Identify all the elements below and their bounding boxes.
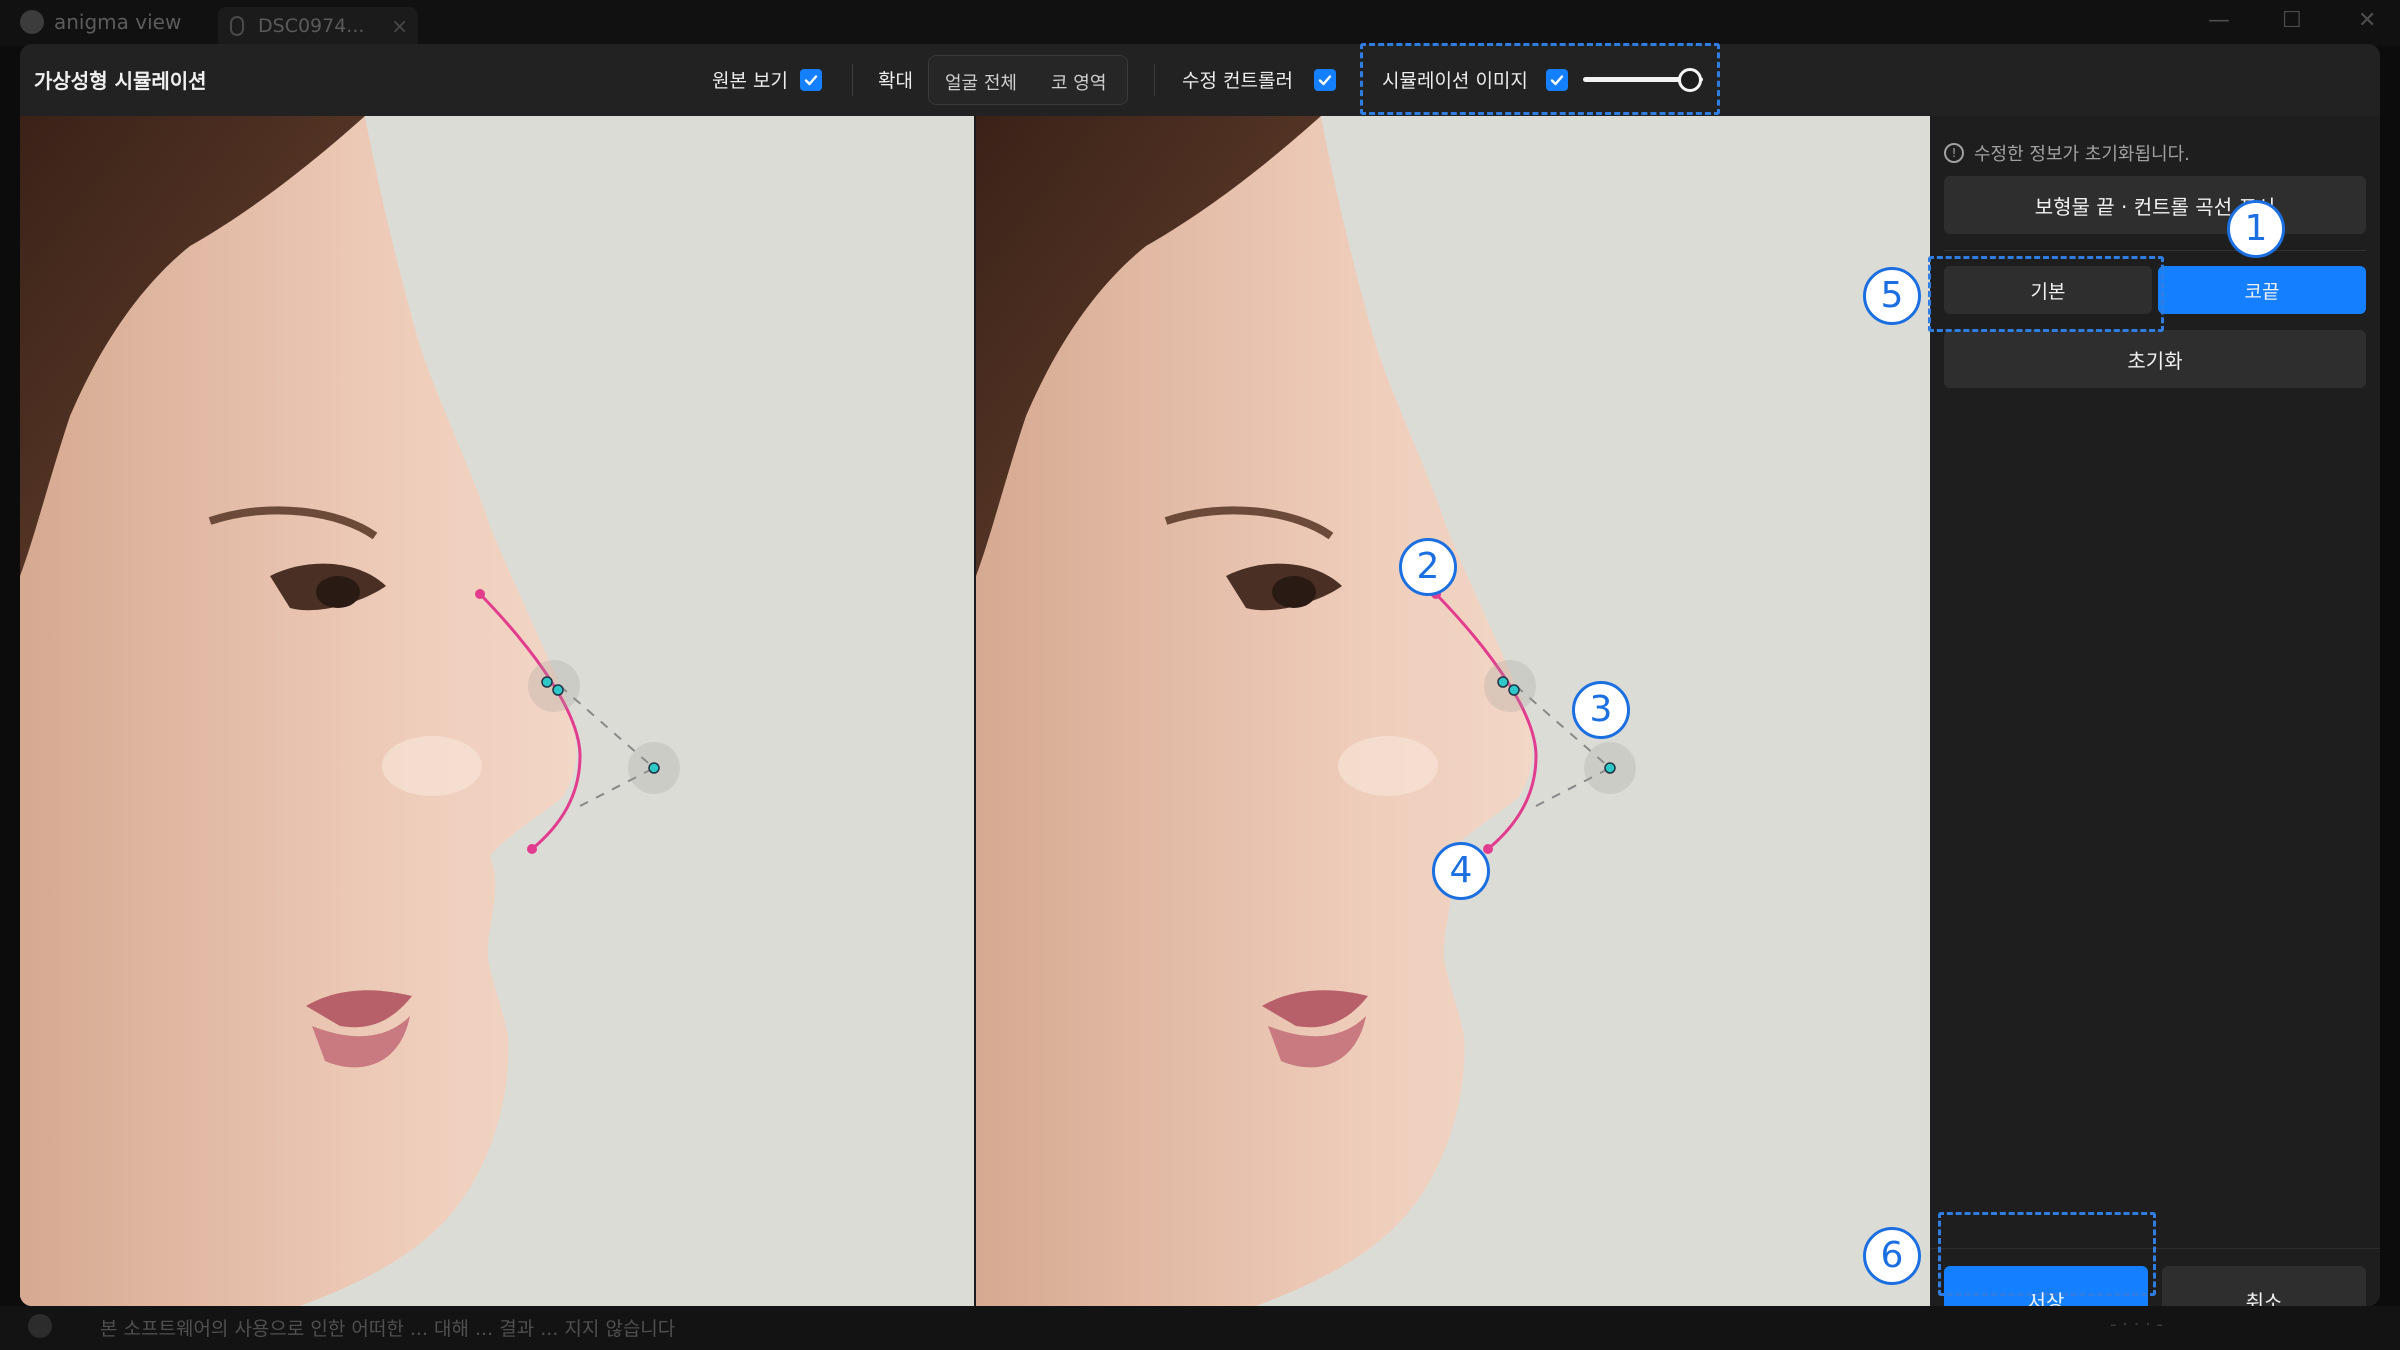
zoom-option-nose[interactable]: 코 영역 (1051, 69, 1106, 95)
minimize-icon[interactable]: — (2208, 8, 2230, 33)
callout-badge-1: 1 (2227, 200, 2285, 258)
face-profile-image (20, 116, 974, 1306)
checkmark-icon (804, 75, 818, 86)
app-footer: 본 소프트웨어의 사용으로 인한 어떠한 ... 대해 ... 결과 ... 지… (0, 1306, 2400, 1350)
reset-button[interactable]: 초기화 (1944, 330, 2366, 388)
footer-disclaimer: 본 소프트웨어의 사용으로 인한 어떠한 ... 대해 ... 결과 ... 지… (100, 1318, 676, 1340)
close-window-icon[interactable]: ✕ (2358, 8, 2376, 33)
callout-badge-2: 2 (1399, 538, 1457, 596)
app-titlebar: anigma view DSC0974... × — ☐ ✕ (0, 0, 2400, 46)
face-profile-image (976, 116, 1930, 1306)
modal-header: 가상성형 시뮬레이션 원본 보기 확대 얼굴 전체 코 영역 수정 컨트롤러 시… (20, 44, 2380, 117)
cancel-button[interactable]: 취소 (2162, 1266, 2366, 1306)
callout-badge-6: 6 (1863, 1227, 1921, 1285)
user-avatar-icon (28, 1314, 52, 1338)
info-circle-icon: ! (1944, 143, 1964, 163)
modal-title: 가상성형 시뮬레이션 (34, 69, 207, 93)
original-view-label: 원본 보기 (712, 70, 788, 92)
tab-nose-tip[interactable]: 코끝 (2158, 266, 2366, 314)
original-image-panel (20, 116, 974, 1306)
footer-right-text: - · · · - (2110, 1314, 2164, 1335)
zoom-option-full-face[interactable]: 얼굴 전체 (945, 69, 1017, 95)
callout-frame-simulation-toggle (1360, 43, 1720, 115)
simulation-image-panel (976, 116, 1930, 1306)
callout-frame-basic-tab (1928, 256, 2164, 332)
microphone-icon (230, 16, 244, 36)
original-view-checkbox[interactable] (800, 69, 822, 91)
document-tab[interactable]: DSC0974... × (218, 7, 418, 45)
header-divider (852, 64, 853, 96)
tab-close-icon[interactable]: × (391, 14, 408, 38)
zoom-label: 확대 (878, 70, 913, 92)
checkmark-icon (1318, 75, 1332, 86)
sidebar-divider (1944, 250, 2366, 251)
simulation-modal: 가상성형 시뮬레이션 원본 보기 확대 얼굴 전체 코 영역 수정 컨트롤러 시… (20, 44, 2380, 1306)
callout-badge-5: 5 (1863, 267, 1921, 325)
callout-badge-3: 3 (1572, 681, 1630, 739)
app-logo-text: anigma view (54, 10, 182, 34)
maximize-icon[interactable]: ☐ (2282, 8, 2302, 33)
reset-notice-text: 수정한 정보가 초기화됩니다. (1974, 144, 2190, 165)
zoom-segment: 얼굴 전체 코 영역 (928, 55, 1128, 105)
header-divider (1154, 64, 1155, 96)
app-logo: anigma view (20, 10, 181, 34)
document-tab-label: DSC0974... (258, 15, 365, 37)
controller-label: 수정 컨트롤러 (1182, 70, 1293, 92)
reset-notice: ! 수정한 정보가 초기화됩니다. (1944, 140, 2190, 166)
callout-frame-save (1938, 1212, 2156, 1296)
callout-badge-4: 4 (1432, 842, 1490, 900)
logo-mark-icon (20, 10, 44, 34)
controller-checkbox[interactable] (1314, 69, 1336, 91)
show-curve-button[interactable]: 보형물 끝 · 컨트롤 곡선 표시 (1944, 176, 2366, 234)
